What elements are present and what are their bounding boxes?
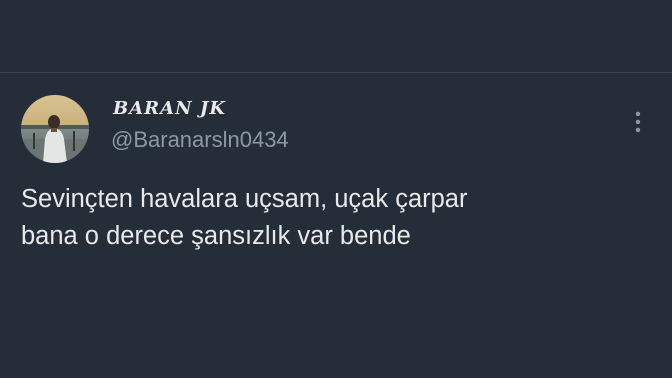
divider	[0, 72, 672, 73]
tweet-screen: BARAN JK @Baranarsln0434 Sevinçten haval…	[0, 0, 672, 378]
avatar-photo	[21, 95, 89, 163]
tweet-text-line: bana o derece şansızlık var bende	[21, 222, 411, 250]
tweet-text-line: Sevinçten havalara uçsam, uçak çarpar	[21, 185, 468, 213]
user-handle[interactable]: @Baranarsln0434	[111, 127, 289, 153]
more-vertical-icon[interactable]	[628, 108, 648, 136]
tweet-text: Sevinçten havalara uçsam, uçak çarpar ba…	[21, 181, 641, 255]
avatar[interactable]	[21, 95, 89, 163]
display-name[interactable]: BARAN JK	[113, 98, 226, 119]
